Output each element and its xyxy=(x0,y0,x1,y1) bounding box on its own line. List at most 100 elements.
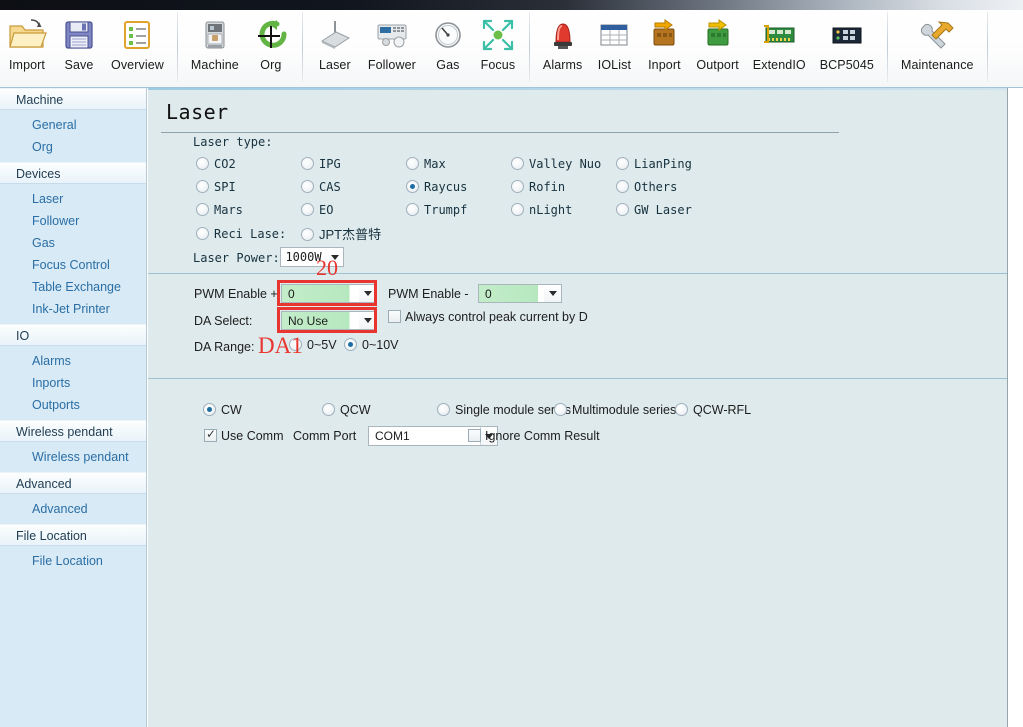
radio-da-range-0-5v[interactable]: 0~5V xyxy=(289,338,337,352)
radio-indicator xyxy=(511,157,524,170)
da-select-combo[interactable]: No Use xyxy=(281,311,377,330)
toolbar-separator xyxy=(302,12,303,82)
focus-target-icon xyxy=(480,14,516,56)
sidebar-item-outports[interactable]: Outports xyxy=(0,394,146,416)
radio-mode-cw[interactable]: CW xyxy=(203,403,242,417)
radio-laser-type-valley-nuo[interactable]: Valley Nuo xyxy=(511,155,601,173)
sidebar-header-wireless-pendant: Wireless pendant xyxy=(0,420,146,442)
toolbar-label: Org xyxy=(260,58,281,72)
sidebar-item-inports[interactable]: Inports xyxy=(0,372,146,394)
toolbar-button-laser[interactable]: Laser xyxy=(309,10,361,72)
pwm-enable-minus-combo[interactable]: 0 xyxy=(478,284,562,303)
radio-indicator xyxy=(437,403,450,416)
toolbar-button-bcp5045[interactable]: BCP5045 xyxy=(813,10,881,72)
checkbox-indicator xyxy=(204,429,217,442)
laser-power-combo[interactable]: 1000W xyxy=(280,247,344,267)
radio-laser-type-gw-laser[interactable]: GW Laser xyxy=(616,201,692,219)
radio-laser-type-lianping[interactable]: LianPing xyxy=(616,155,692,173)
checkbox-always-control-peak-current[interactable]: Always control peak current by D xyxy=(388,310,588,324)
pwm-enable-plus-combo[interactable]: 0 xyxy=(281,284,377,303)
pwm-enable-minus-value: 0 xyxy=(479,287,544,301)
toolbar-button-outport[interactable]: Outport xyxy=(689,10,745,72)
radio-laser-type-mars[interactable]: Mars xyxy=(196,201,243,219)
toolbar-group-io: Alarms IOList xyxy=(536,10,881,88)
toolbar-button-machine[interactable]: Machine xyxy=(184,10,246,72)
toolbar-button-gas[interactable]: Gas xyxy=(423,10,473,72)
radio-indicator xyxy=(344,338,357,351)
toolbar-label: Outport xyxy=(696,58,738,72)
radio-label: JPT杰普特 xyxy=(319,227,381,242)
output-terminal-icon xyxy=(700,14,736,56)
radio-indicator xyxy=(406,203,419,216)
laser-power-value: 1000W xyxy=(281,250,326,264)
radio-mode-multimodule-series[interactable]: Multimodule series xyxy=(554,403,676,417)
checkbox-indicator xyxy=(468,429,481,442)
sidebar-item-gas[interactable]: Gas xyxy=(0,232,146,254)
radio-laser-type-ipg[interactable]: IPG xyxy=(301,155,341,173)
radio-label: Rofin xyxy=(529,180,565,194)
toolbar-button-maintenance[interactable]: Maintenance xyxy=(894,10,981,72)
radio-laser-type-cas[interactable]: CAS xyxy=(301,178,341,196)
sidebar-item-alarms[interactable]: Alarms xyxy=(0,350,146,372)
origin-arrow-icon xyxy=(253,14,289,56)
checkbox-use-comm[interactable]: Use Comm xyxy=(204,429,284,443)
section-divider-bottom xyxy=(148,378,1008,379)
main-toolbar: Import Save xyxy=(0,10,1023,88)
checkbox-ignore-comm-result[interactable]: Ignore Comm Result xyxy=(468,429,600,443)
radio-laser-type-reci-lase[interactable]: Reci Lase: xyxy=(196,225,286,243)
toolbar-button-inport[interactable]: Inport xyxy=(639,10,689,72)
gas-gauge-icon xyxy=(430,14,466,56)
toolbar-button-save[interactable]: Save xyxy=(54,10,104,72)
sidebar-item-wireless-pendant[interactable]: Wireless pendant xyxy=(0,446,146,468)
checkbox-label: Ignore Comm Result xyxy=(485,429,600,443)
radio-mode-qcw-rfl[interactable]: QCW-RFL xyxy=(675,403,751,417)
sidebar-item-laser[interactable]: Laser xyxy=(0,188,146,210)
radio-laser-type-co2[interactable]: CO2 xyxy=(196,155,236,173)
radio-laser-type-spi[interactable]: SPI xyxy=(196,178,236,196)
pwm-enable-plus-value: 0 xyxy=(282,287,359,301)
radio-mode-qcw[interactable]: QCW xyxy=(322,403,371,417)
radio-laser-type-others[interactable]: Others xyxy=(616,178,677,196)
radio-label: 0~10V xyxy=(362,338,399,352)
radio-laser-type-max[interactable]: Max xyxy=(406,155,446,173)
radio-laser-type-jpt[interactable]: JPT杰普特 xyxy=(301,224,381,244)
sidebar-item-advanced[interactable]: Advanced xyxy=(0,498,146,520)
radio-label: Trumpf xyxy=(424,203,467,217)
radio-label: QCW xyxy=(340,403,371,417)
sidebar-item-general[interactable]: General xyxy=(0,114,146,136)
toolbar-separator xyxy=(987,12,988,82)
radio-label: Mars xyxy=(214,203,243,217)
radio-indicator xyxy=(196,203,209,216)
radio-laser-type-trumpf[interactable]: Trumpf xyxy=(406,201,467,219)
sidebar-header-io: IO xyxy=(0,324,146,346)
toolbar-button-iolist[interactable]: IOList xyxy=(589,10,639,72)
radio-da-range-0-10v[interactable]: 0~10V xyxy=(344,338,399,352)
alarm-beacon-icon xyxy=(545,14,581,56)
sidebar-item-org[interactable]: Org xyxy=(0,136,146,158)
toolbar-button-extendio[interactable]: ExtendIO xyxy=(746,10,813,72)
sidebar-item-ink-jet-printer[interactable]: Ink-Jet Printer xyxy=(0,298,146,320)
radio-laser-type-rofin[interactable]: Rofin xyxy=(511,178,565,196)
radio-mode-single-module-series[interactable]: Single module series xyxy=(437,403,571,417)
radio-laser-type-raycus[interactable]: Raycus xyxy=(406,178,467,196)
toolbar-button-overview[interactable]: Overview xyxy=(104,10,171,72)
da-select-label: DA Select: xyxy=(194,314,252,328)
toolbar-button-import[interactable]: Import xyxy=(0,10,54,72)
radio-laser-type-eo[interactable]: EO xyxy=(301,201,333,219)
toolbar-button-alarms[interactable]: Alarms xyxy=(536,10,590,72)
toolbar-button-focus[interactable]: Focus xyxy=(473,10,523,72)
sidebar-item-file-location[interactable]: File Location xyxy=(0,550,146,572)
radio-indicator xyxy=(301,180,314,193)
sidebar-item-follower[interactable]: Follower xyxy=(0,210,146,232)
toolbar-button-follower[interactable]: Follower xyxy=(361,10,423,72)
toolbar-button-org[interactable]: Org xyxy=(246,10,296,72)
radio-label: LianPing xyxy=(634,157,692,171)
sidebar-item-table-exchange[interactable]: Table Exchange xyxy=(0,276,146,298)
radio-label: Valley Nuo xyxy=(529,157,601,171)
radio-indicator xyxy=(511,203,524,216)
toolbar-label: Machine xyxy=(191,58,239,72)
sidebar-item-focus-control[interactable]: Focus Control xyxy=(0,254,146,276)
toolbar-separator xyxy=(529,12,530,82)
radio-label: CW xyxy=(221,403,242,417)
radio-laser-type-nlight[interactable]: nLight xyxy=(511,201,572,219)
